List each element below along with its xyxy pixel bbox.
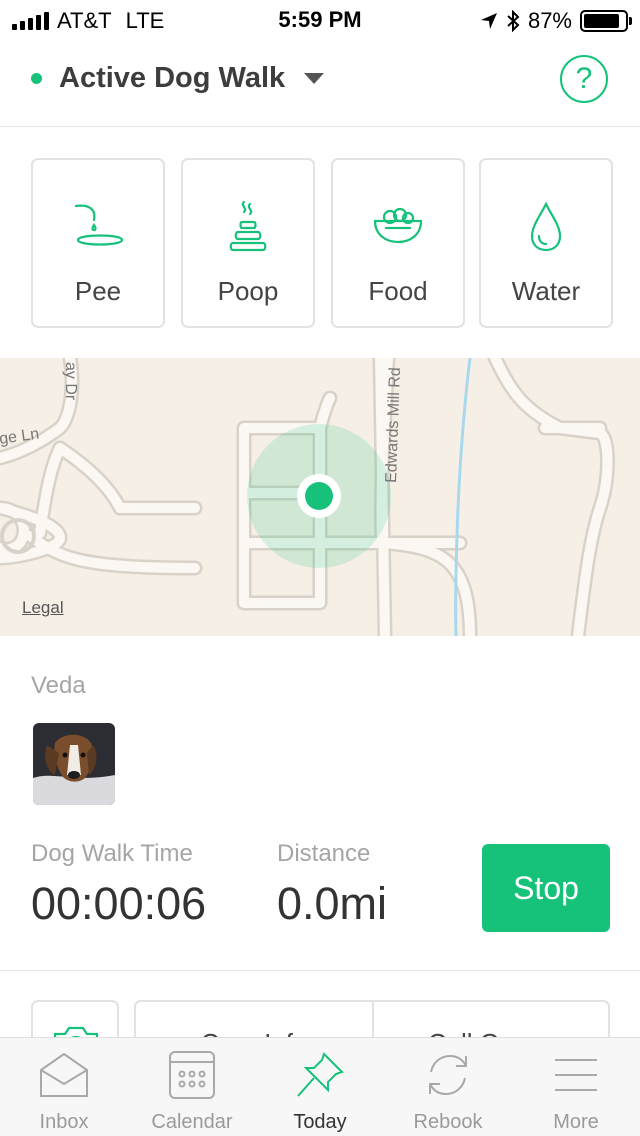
tab-rebook[interactable]: Rebook	[384, 1038, 512, 1136]
street-label-3: Edwards Mill Rd	[383, 367, 404, 483]
battery-percent: 87%	[527, 8, 572, 33]
poop-icon	[229, 200, 267, 252]
pee-label: Pee	[74, 276, 122, 306]
tab-today[interactable]: Today	[256, 1038, 384, 1136]
walk-time-value: 00:00:06	[31, 878, 207, 929]
tab-more-label: More	[553, 1111, 599, 1133]
bluetooth-icon	[507, 10, 520, 32]
pee-icon	[74, 204, 124, 246]
pet-photo[interactable]	[33, 723, 115, 805]
location-arrow-icon	[480, 13, 497, 29]
chevron-down-icon[interactable]	[304, 73, 324, 84]
battery-icon	[580, 10, 632, 32]
water-label: Water	[511, 276, 581, 306]
tab-bar: Inbox Calendar Today Rebook More	[0, 1037, 640, 1136]
tab-inbox-label: Inbox	[39, 1111, 89, 1133]
header: Active Dog Walk ?	[0, 40, 640, 127]
help-button[interactable]: ?	[560, 55, 608, 103]
stop-button[interactable]: Stop	[482, 844, 610, 932]
pet-name: Veda	[31, 672, 86, 699]
map-roads: ay Dr ge Ln Edwards Mill Rd	[0, 358, 615, 636]
tab-inbox[interactable]: Inbox	[0, 1038, 128, 1136]
inbox-icon	[40, 1052, 88, 1097]
divider	[0, 970, 640, 971]
active-status-dot	[31, 73, 42, 84]
walk-selector-title[interactable]: Active Dog Walk	[59, 62, 285, 95]
walk-time-label: Dog Walk Time	[31, 840, 193, 867]
battery-level	[584, 14, 619, 28]
tab-calendar[interactable]: Calendar	[128, 1038, 256, 1136]
food-bowl-icon	[373, 207, 423, 244]
calendar-icon	[169, 1051, 215, 1099]
water-drop-icon	[530, 201, 562, 252]
distance-label: Distance	[277, 840, 371, 867]
poop-label: Poop	[217, 276, 279, 306]
walk-map[interactable]: ay Dr ge Ln Edwards Mill Rd Legal	[0, 358, 640, 636]
dog-photo	[33, 723, 115, 805]
tab-today-label: Today	[293, 1111, 347, 1133]
street-label-1: ay Dr	[62, 362, 79, 401]
tab-calendar-label: Calendar	[151, 1111, 233, 1133]
poop-button[interactable]: Poop	[181, 158, 315, 328]
food-label: Food	[368, 276, 428, 306]
water-button[interactable]: Water	[479, 158, 613, 328]
pin-icon	[297, 1052, 344, 1097]
tab-rebook-label: Rebook	[413, 1111, 483, 1133]
status-bar: AT&T LTE 5:59 PM 87%	[0, 0, 640, 40]
pee-button[interactable]: Pee	[31, 158, 165, 328]
status-right: 87%	[480, 8, 632, 34]
menu-icon	[555, 1059, 597, 1091]
tab-more[interactable]: More	[512, 1038, 640, 1136]
distance-value: 0.0mi	[277, 878, 388, 929]
food-button[interactable]: Food	[331, 158, 465, 328]
refresh-icon	[429, 1054, 467, 1096]
map-legal-link[interactable]: Legal	[22, 598, 64, 618]
